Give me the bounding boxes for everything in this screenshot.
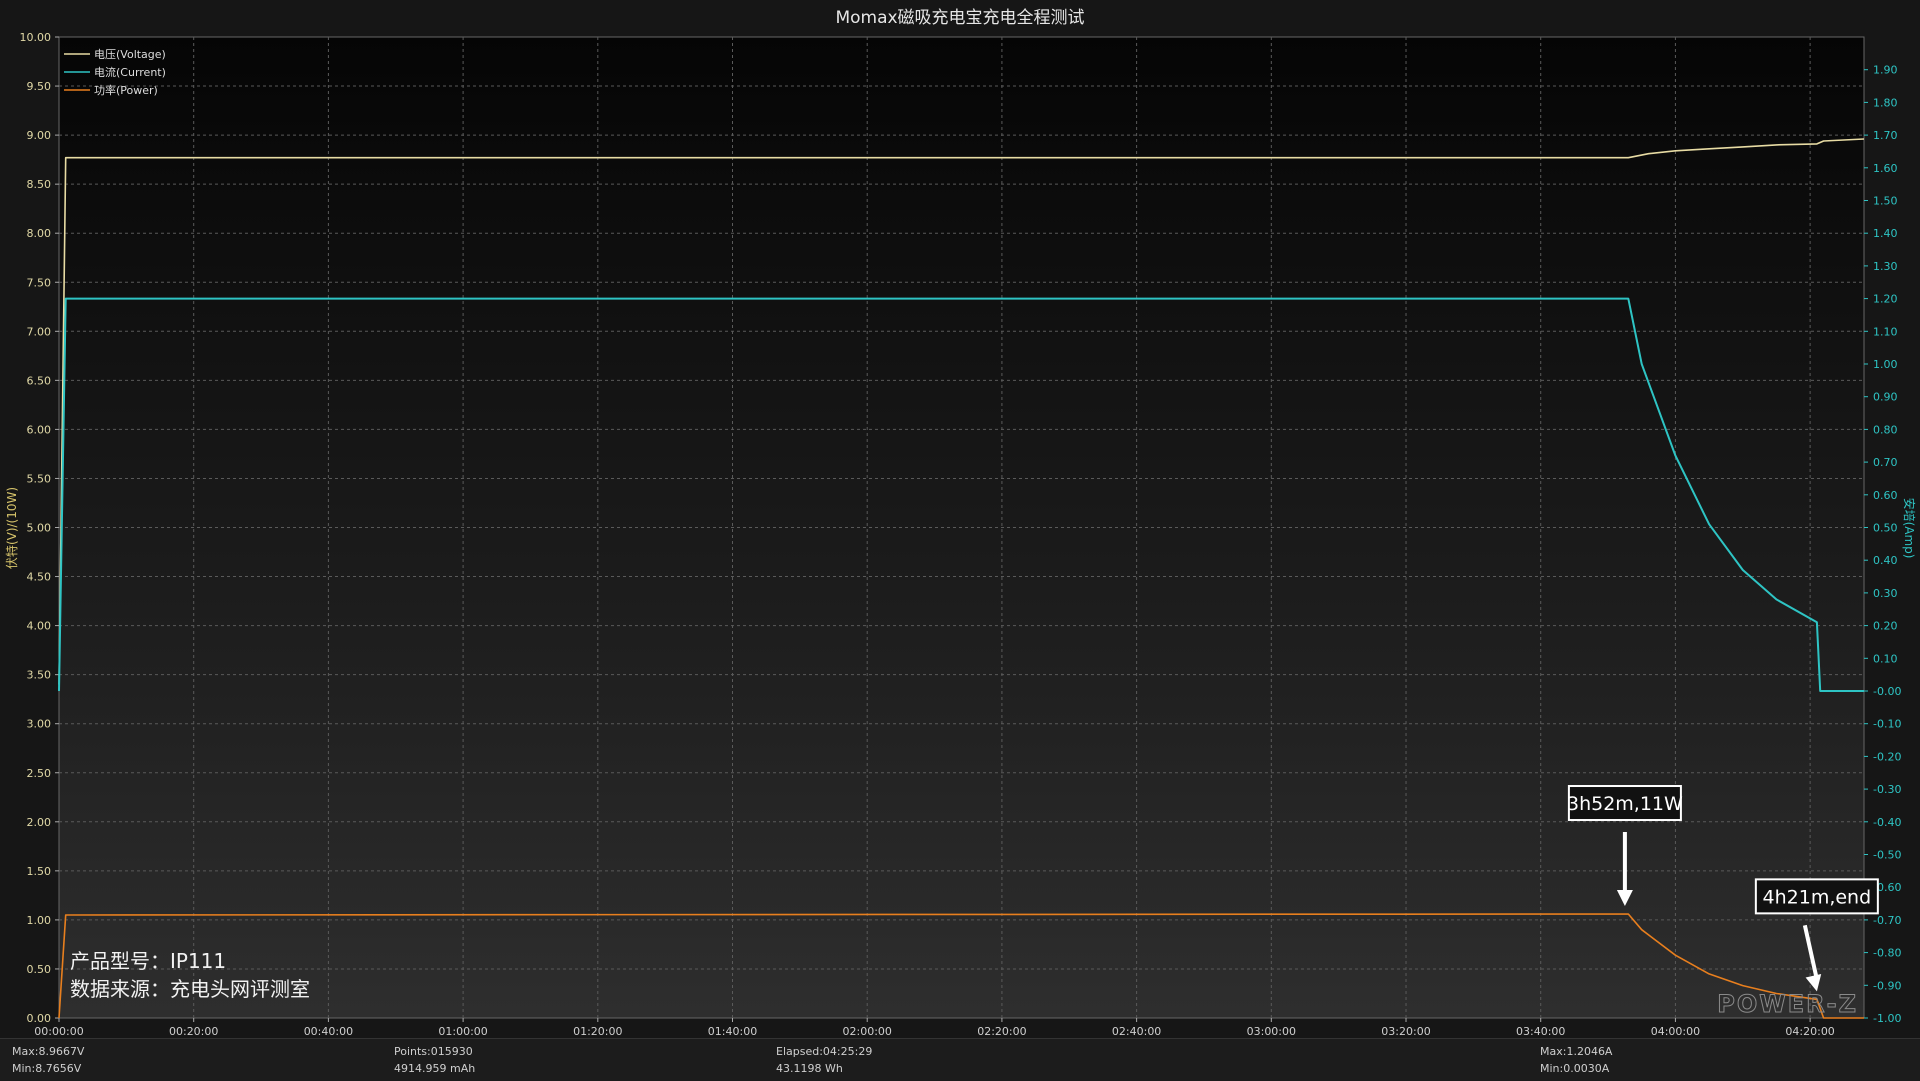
watermark-logo: POWER-Z: [1717, 990, 1858, 1018]
y-tick-right-label: 0.50: [1873, 522, 1898, 535]
y-tick-right-label: 0.90: [1873, 391, 1898, 404]
y-tick-left-label: 4.00: [27, 620, 52, 633]
y-tick-left-label: 5.50: [27, 472, 52, 485]
legend-label-current: 电流(Current): [94, 65, 166, 79]
x-tick-label: 02:40:00: [1112, 1025, 1161, 1038]
x-tick-label: 00:00:00: [34, 1025, 83, 1038]
y-tick-right-label: 0.80: [1873, 423, 1898, 436]
y-tick-left-label: 7.00: [27, 325, 52, 338]
y-tick-right-label: 1.70: [1873, 129, 1898, 142]
y-tick-right-label: -0.30: [1873, 783, 1901, 796]
capacity-mah: 4914.959 mAh: [394, 1062, 476, 1075]
y-tick-left-label: 3.00: [27, 718, 52, 731]
y-tick-left-label: 2.00: [27, 816, 52, 829]
y-axis-left-label: 伏特(V)/(10W): [4, 487, 19, 569]
chart-svg: 0.00 0.50 1.00 1.50 2.00 2.50 3.00 3.50 4.00 4.50…: [0, 0, 1920, 1038]
points-count: Points:015930: [394, 1045, 473, 1058]
y-tick-right-label: 1.80: [1873, 96, 1898, 109]
x-tick-label: 03:00:00: [1247, 1025, 1296, 1038]
elapsed-time: Elapsed:04:25:29: [776, 1045, 873, 1058]
y-tick-left-label: 0.50: [27, 963, 52, 976]
y-tick-right-label: 1.30: [1873, 260, 1898, 273]
energy-wh: 43.1198 Wh: [776, 1062, 843, 1075]
y-tick-left-label: 9.50: [27, 80, 52, 93]
x-tick-label: 00:40:00: [304, 1025, 353, 1038]
y-axis-right-label: 安培(Amp): [1902, 498, 1917, 559]
x-tick-label: 04:20:00: [1785, 1025, 1834, 1038]
legend-label-voltage: 电压(Voltage): [94, 48, 166, 61]
y-tick-right-label: 1.50: [1873, 195, 1898, 208]
y-tick-right-label: -0.50: [1873, 849, 1901, 862]
x-tick-label: 01:20:00: [573, 1025, 622, 1038]
y-tick-left-label: 6.00: [27, 423, 52, 436]
y-tick-left-label: 2.50: [27, 767, 52, 780]
x-tick-label: 03:40:00: [1516, 1025, 1565, 1038]
max-voltage: Max:8.9667V: [12, 1045, 85, 1058]
x-tick-label: 01:40:00: [708, 1025, 757, 1038]
y-tick-right-label: 0.20: [1873, 620, 1898, 633]
y-tick-right-label: 0.60: [1873, 489, 1898, 502]
y-tick-right-label: 1.20: [1873, 293, 1898, 306]
y-tick-right-label: 0.30: [1873, 587, 1898, 600]
y-tick-left-label: 4.50: [27, 571, 52, 584]
chart: 0.00 0.50 1.00 1.50 2.00 2.50 3.00 3.50 4.00 4.50…: [0, 0, 1920, 1081]
y-tick-left-label: 7.50: [27, 276, 52, 289]
y-tick-right-label: -0.40: [1873, 816, 1901, 829]
y-tick-left-label: 3.50: [27, 669, 52, 682]
x-tick-label: 02:00:00: [843, 1025, 892, 1038]
x-tick-label: 03:20:00: [1381, 1025, 1430, 1038]
y-tick-right-label: 0.10: [1873, 652, 1898, 665]
y-tick-left-label: 0.00: [27, 1012, 52, 1025]
product-model-note: 产品型号：IP111: [70, 949, 226, 973]
min-voltage: Min:8.7656V: [12, 1062, 82, 1075]
y-tick-right-label: 1.00: [1873, 358, 1898, 371]
y-tick-right-label: 0.40: [1873, 554, 1898, 567]
y-tick-right-label: 1.90: [1873, 64, 1898, 77]
chart-title: Momax磁吸充电宝充电全程测试: [835, 8, 1084, 28]
y-tick-right-label: -0.80: [1873, 947, 1901, 960]
data-source-note: 数据来源：充电头网评测室: [70, 977, 310, 1001]
y-tick-right-label: -0.90: [1873, 979, 1901, 992]
legend-label-power: 功率(Power): [94, 83, 158, 97]
y-tick-right-label: -1.00: [1873, 1012, 1901, 1025]
y-tick-right-label: -0.10: [1873, 718, 1901, 731]
x-tick-label: 01:00:00: [438, 1025, 487, 1038]
min-current: Min:0.0030A: [1540, 1062, 1610, 1075]
annotation-label: 3h52m,11W: [1567, 793, 1683, 815]
y-tick-left-label: 1.00: [27, 914, 52, 927]
y-tick-left-label: 1.50: [27, 865, 52, 878]
y-tick-right-label: 1.10: [1873, 325, 1898, 338]
y-tick-left-label: 9.00: [27, 129, 52, 142]
x-tick-label: 04:00:00: [1651, 1025, 1700, 1038]
stats-footer: Max:8.9667V Min:8.7656V Points:015930 49…: [0, 1038, 1920, 1081]
y-tick-left-label: 8.00: [27, 227, 52, 240]
y-tick-left-label: 10.00: [20, 31, 52, 44]
y-tick-right-label: 1.40: [1873, 227, 1898, 240]
y-tick-left-label: 8.50: [27, 178, 52, 191]
max-current: Max:1.2046A: [1540, 1045, 1613, 1058]
y-tick-right-label: 0.70: [1873, 456, 1898, 469]
y-tick-right-label: -0.70: [1873, 914, 1901, 927]
x-tick-label: 00:20:00: [169, 1025, 218, 1038]
y-tick-right-label: 1.60: [1873, 162, 1898, 175]
x-tick-label: 02:20:00: [977, 1025, 1026, 1038]
y-tick-right-label: -0.00: [1873, 685, 1901, 698]
y-tick-left-label: 6.50: [27, 374, 52, 387]
y-tick-left-label: 5.00: [27, 522, 52, 535]
annotation-label: 4h21m,end: [1763, 886, 1872, 908]
y-tick-right-label: -0.20: [1873, 750, 1901, 763]
